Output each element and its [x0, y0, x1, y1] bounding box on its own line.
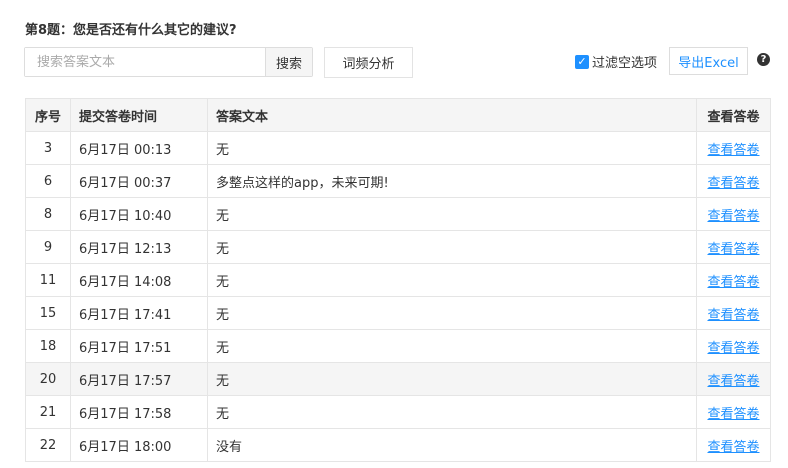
row-view-cell: 查看答卷 [696, 362, 771, 396]
table-row: 21 6月17日 17:58 无 查看答卷 [25, 395, 771, 429]
question-title: 第8题：您是否还有什么其它的建议? [25, 23, 237, 38]
answers-table: 序号 提交答卷时间 答案文本 查看答卷 3 6月17日 00:13 无 查看答卷… [25, 98, 771, 462]
row-view-cell: 查看答卷 [696, 395, 771, 429]
row-time: 6月17日 14:08 [70, 263, 208, 297]
search-button[interactable]: 搜索 [265, 48, 312, 76]
view-answer-link[interactable]: 查看答卷 [707, 407, 759, 422]
header-view: 查看答卷 [696, 98, 771, 132]
row-view-cell: 查看答卷 [696, 164, 771, 198]
table-row: 15 6月17日 17:41 无 查看答卷 [25, 296, 771, 330]
word-frequency-button[interactable]: 词频分析 [324, 47, 413, 78]
view-answer-link[interactable]: 查看答卷 [707, 341, 759, 356]
row-no: 20 [25, 362, 71, 396]
view-answer-link[interactable]: 查看答卷 [707, 374, 759, 389]
view-answer-link[interactable]: 查看答卷 [707, 242, 759, 257]
row-no: 22 [25, 428, 71, 462]
row-time: 6月17日 00:13 [70, 131, 208, 165]
row-view-cell: 查看答卷 [696, 230, 771, 264]
row-text: 无 [207, 230, 697, 264]
view-answer-link[interactable]: 查看答卷 [707, 176, 759, 191]
view-answer-link[interactable]: 查看答卷 [707, 440, 759, 455]
filter-empty-checkbox[interactable]: ✓ 过滤空选项 [575, 52, 657, 71]
row-view-cell: 查看答卷 [696, 296, 771, 330]
filter-label: 过滤空选项 [592, 56, 658, 71]
header-no: 序号 [25, 98, 71, 132]
view-answer-link[interactable]: 查看答卷 [707, 275, 759, 290]
header-time: 提交答卷时间 [70, 98, 208, 132]
row-text: 无 [207, 395, 697, 429]
row-time: 6月17日 12:13 [70, 230, 208, 264]
table-header: 序号 提交答卷时间 答案文本 查看答卷 [25, 98, 771, 132]
row-view-cell: 查看答卷 [696, 197, 771, 231]
search-box: 搜索 [24, 47, 313, 77]
row-text: 无 [207, 329, 697, 363]
table-row: 18 6月17日 17:51 无 查看答卷 [25, 329, 771, 363]
row-text: 没有 [207, 428, 697, 462]
row-view-cell: 查看答卷 [696, 131, 771, 165]
table-row: 3 6月17日 00:13 无 查看答卷 [25, 131, 771, 165]
export-excel-button[interactable]: 导出Excel [669, 47, 748, 75]
row-no: 18 [25, 329, 71, 363]
table-row: 8 6月17日 10:40 无 查看答卷 [25, 197, 771, 231]
row-time: 6月17日 10:40 [70, 197, 208, 231]
row-no: 6 [25, 164, 71, 198]
row-time: 6月17日 00:37 [70, 164, 208, 198]
row-text: 无 [207, 197, 697, 231]
view-answer-link[interactable]: 查看答卷 [707, 143, 759, 158]
view-answer-link[interactable]: 查看答卷 [707, 209, 759, 224]
row-view-cell: 查看答卷 [696, 263, 771, 297]
row-text: 无 [207, 263, 697, 297]
row-time: 6月17日 18:00 [70, 428, 208, 462]
row-text: 多整点这样的app，未来可期! [207, 164, 697, 198]
row-time: 6月17日 17:57 [70, 362, 208, 396]
row-no: 9 [25, 230, 71, 264]
help-icon[interactable]: ? [757, 53, 770, 66]
header-text: 答案文本 [207, 98, 697, 132]
row-time: 6月17日 17:41 [70, 296, 208, 330]
table-row: 20 6月17日 17:57 无 查看答卷 [25, 362, 771, 396]
row-view-cell: 查看答卷 [696, 428, 771, 462]
row-view-cell: 查看答卷 [696, 329, 771, 363]
row-no: 8 [25, 197, 71, 231]
search-input[interactable] [25, 48, 265, 76]
row-no: 15 [25, 296, 71, 330]
table-row: 22 6月17日 18:00 没有 查看答卷 [25, 428, 771, 462]
table-row: 9 6月17日 12:13 无 查看答卷 [25, 230, 771, 264]
row-text: 无 [207, 362, 697, 396]
table-row: 6 6月17日 00:37 多整点这样的app，未来可期! 查看答卷 [25, 164, 771, 198]
row-time: 6月17日 17:51 [70, 329, 208, 363]
row-no: 3 [25, 131, 71, 165]
row-no: 21 [25, 395, 71, 429]
row-time: 6月17日 17:58 [70, 395, 208, 429]
row-no: 11 [25, 263, 71, 297]
view-answer-link[interactable]: 查看答卷 [707, 308, 759, 323]
row-text: 无 [207, 296, 697, 330]
table-row: 11 6月17日 14:08 无 查看答卷 [25, 263, 771, 297]
checkbox-checked-icon[interactable]: ✓ [575, 54, 589, 69]
row-text: 无 [207, 131, 697, 165]
